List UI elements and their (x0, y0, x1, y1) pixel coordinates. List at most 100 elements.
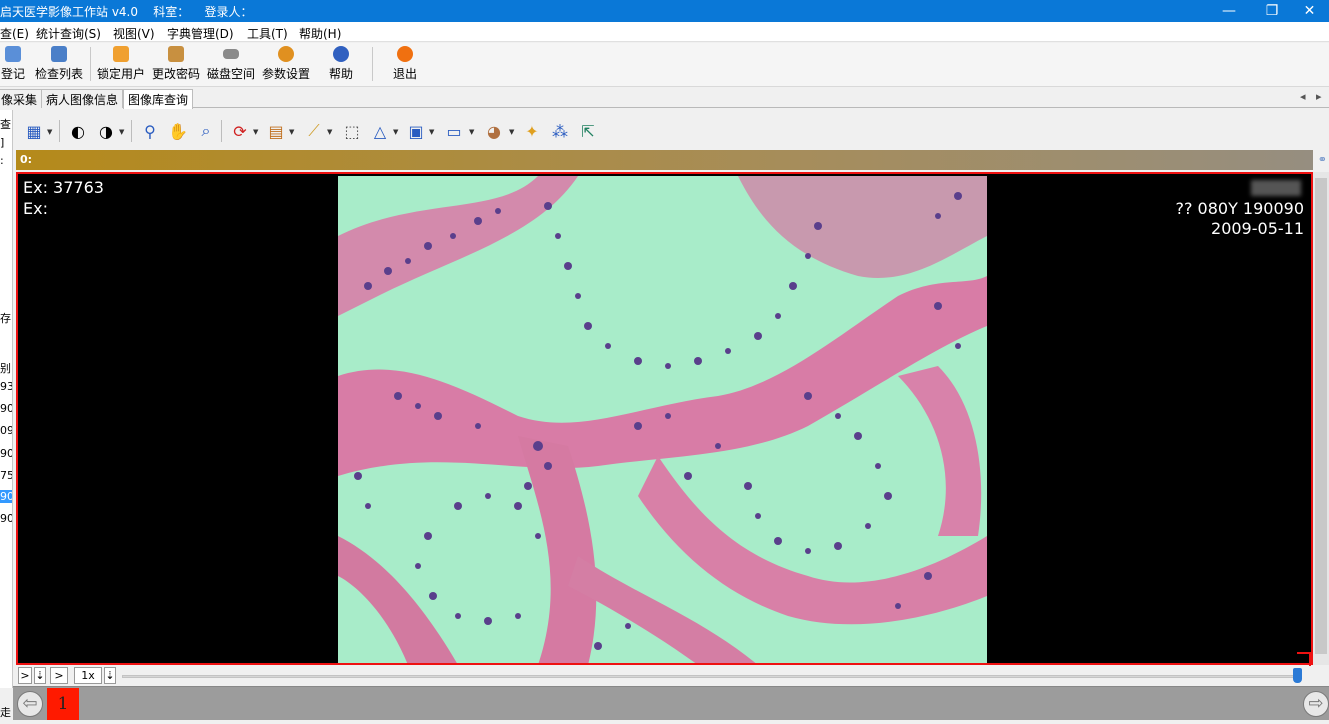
list-icon (51, 46, 67, 62)
histology-image[interactable] (338, 176, 987, 663)
zoom-icon[interactable]: ⚲ (139, 120, 161, 142)
viewport-controls: > ⇣ >< 1x ⇣ (16, 652, 1313, 697)
help-button[interactable]: 帮助 (326, 46, 356, 84)
restore-button[interactable]: ❐ (1249, 0, 1295, 22)
gear-icon (278, 46, 294, 62)
menu-item-statistics[interactable]: 统计查询(S) (36, 25, 101, 42)
menu-item-help[interactable]: 帮助(H) (299, 25, 341, 42)
fit-button[interactable]: >< (50, 667, 68, 697)
step-down-button[interactable]: ⇣ (104, 667, 116, 684)
register-button[interactable]: 登记 (0, 46, 30, 84)
lock-user-button[interactable]: 锁定用户 (96, 46, 146, 84)
left-panel-text: 存 (0, 312, 11, 325)
minimize-button[interactable]: — (1206, 0, 1252, 22)
rotate-icon[interactable]: ⟳ (229, 120, 251, 142)
toolbar-separator (131, 120, 132, 142)
list-item[interactable]: 90 (0, 402, 12, 415)
tab-prev-icon[interactable]: ◂ (1300, 90, 1306, 103)
tab-patient-image-info[interactable]: 病人图像信息 (41, 89, 124, 108)
left-panel-text: ] (0, 136, 5, 149)
frame-slider-thumb[interactable] (1293, 668, 1302, 683)
prev-page-icon[interactable]: ⇦ (17, 691, 43, 717)
menu-item-tools[interactable]: 工具(T) (247, 25, 288, 42)
toolbar-separator (372, 47, 373, 81)
overlay-patient-info: ?? 080Y 190090 (1175, 199, 1304, 218)
dropdown-arrow-icon[interactable]: ▼ (253, 128, 258, 136)
select-rect-icon[interactable]: ⬚ (341, 120, 363, 142)
left-panel-text: 查 (0, 118, 11, 131)
tab-next-icon[interactable]: ▸ (1316, 90, 1322, 103)
image-viewport[interactable]: Ex: 37763 Ex: ?? 080Y 190090 2009-05-11 (16, 172, 1313, 665)
ruler-icon[interactable]: ⟋ (303, 120, 325, 142)
step-down-button[interactable]: ⇣ (34, 667, 46, 684)
layout-grid-icon[interactable]: ▦ (23, 120, 45, 142)
window-title: 启天医学影像工作站 v4.0 科室： 登录人： (0, 5, 253, 19)
redacted-name (1251, 180, 1301, 196)
dropdown-arrow-icon[interactable]: ▼ (119, 128, 124, 136)
export-icon[interactable]: ⇱ (577, 120, 599, 142)
dropdown-arrow-icon[interactable]: ▼ (509, 128, 514, 136)
annotation-icon[interactable]: △ (369, 120, 391, 142)
magnify-icon[interactable]: ⌕ (195, 120, 217, 142)
left-panel-text: : (0, 154, 4, 167)
tab-image-library-query[interactable]: 图像库查询 (123, 89, 194, 109)
color-bar-icon[interactable]: ▤ (265, 120, 287, 142)
frame-slider[interactable] (122, 675, 1302, 678)
network-icon[interactable]: ⁂ (549, 120, 571, 142)
viewport-label: 0: (20, 153, 33, 166)
exit-icon (397, 46, 413, 62)
lock-icon (113, 46, 129, 62)
list-item[interactable]: 93 (0, 380, 12, 393)
exit-button[interactable]: 退出 (390, 46, 420, 84)
contrast-icon[interactable]: ◐ (67, 120, 89, 142)
dropdown-arrow-icon[interactable]: ▼ (469, 128, 474, 136)
window-level-icon[interactable]: ◑ (95, 120, 117, 142)
close-button[interactable]: ✕ (1290, 0, 1329, 22)
title-bar: 启天医学影像工作站 v4.0 科室： 登录人： — ❐ ✕ (0, 0, 1329, 22)
next-page-icon[interactable]: ⇨ (1303, 691, 1329, 717)
dropdown-arrow-icon[interactable]: ▼ (327, 128, 332, 136)
resize-corner-marker (1297, 652, 1311, 666)
scrollbar-thumb[interactable] (1315, 178, 1327, 654)
key-icon (168, 46, 184, 62)
next-frame-button[interactable]: > (18, 667, 32, 684)
settings-button[interactable]: 参数设置 (261, 46, 311, 84)
toolbar-separator (59, 120, 60, 142)
menu-item-dictionary[interactable]: 字典管理(D) (167, 25, 234, 42)
palette-icon[interactable]: ◕ (483, 120, 505, 142)
thumbnail-strip: ⇦ 1 ⇨ (13, 686, 1329, 720)
disk-space-button[interactable]: 磁盘空间 (206, 46, 256, 84)
zoom-1x-button[interactable]: 1x (74, 667, 102, 684)
dropdown-arrow-icon[interactable]: ▼ (289, 128, 294, 136)
menu-item-check[interactable]: 查(E) (0, 25, 29, 42)
list-item[interactable]: 75 (0, 469, 12, 482)
list-item-selected[interactable]: 90 (0, 490, 12, 503)
list-item[interactable]: 90 (0, 512, 12, 525)
vertical-scrollbar[interactable] (1313, 172, 1329, 665)
thumbnail-frame[interactable]: 1 (47, 688, 79, 720)
list-item[interactable]: 90 (0, 447, 12, 460)
magic-wand-icon[interactable]: ✦ (521, 120, 543, 142)
image-toolbar: ▦ ▼ ◐ ◑ ▼ ⚲ ✋ ⌕ ⟳ ▼ ▤ ▼ ⟋ ▼ ⬚ △ ▼ ▣ ▼ ▭ … (13, 114, 1329, 148)
check-list-button[interactable]: 检查列表 (34, 46, 84, 84)
pan-hand-icon[interactable]: ✋ (167, 120, 189, 142)
list-item[interactable]: 09 (0, 424, 12, 437)
dropdown-arrow-icon[interactable]: ▼ (393, 128, 398, 136)
menu-item-view[interactable]: 视图(V) (113, 25, 155, 42)
disk-icon (223, 49, 239, 59)
link-icon[interactable]: ⚭ (1318, 153, 1327, 166)
save-icon[interactable]: ▣ (405, 120, 427, 142)
dropdown-arrow-icon[interactable]: ▼ (429, 128, 434, 136)
dropdown-arrow-icon[interactable]: ▼ (47, 128, 52, 136)
left-panel: 查 ] : 存 别 93 90 09 90 75 90 90 (0, 110, 13, 688)
change-password-button[interactable]: 更改密码 (151, 46, 201, 84)
overlay-exam-id: Ex: 37763 (23, 178, 104, 197)
register-icon (5, 46, 21, 62)
tab-image-capture[interactable]: 像采集 (0, 89, 43, 108)
overlay-study-date: 2009-05-11 (1211, 219, 1304, 238)
toolbar-separator (90, 47, 91, 81)
toolbar-separator (221, 120, 222, 142)
print-icon[interactable]: ▭ (443, 120, 465, 142)
viewport-header: 0: ⚭ (16, 150, 1327, 170)
main-toolbar: 登记 检查列表 锁定用户 更改密码 磁盘空间 参数设置 帮助 退出 (0, 43, 1329, 87)
